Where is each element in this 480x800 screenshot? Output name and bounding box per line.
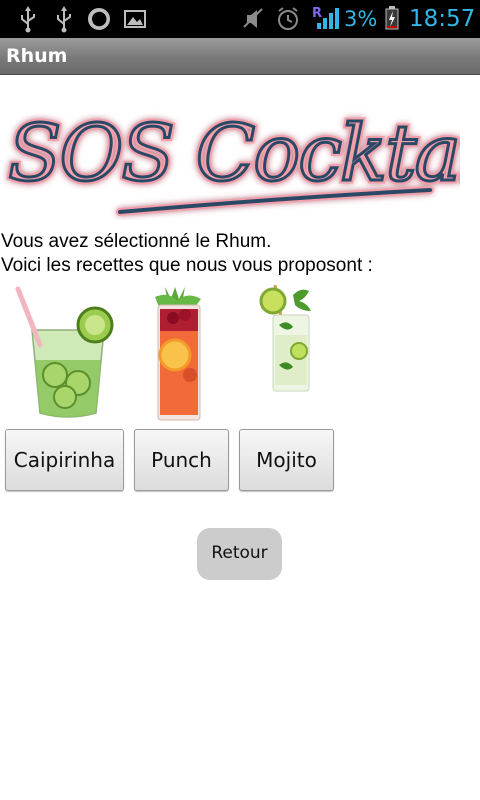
usb-icon xyxy=(57,6,71,33)
usb-icon xyxy=(21,6,35,33)
signal-roaming-icon: R xyxy=(312,6,339,29)
page-title: Rhum xyxy=(6,45,68,67)
punch-image xyxy=(155,287,201,421)
gallery-icon xyxy=(124,10,146,28)
logo-text: SOS Cocktail xyxy=(8,109,460,199)
caipirinha-image xyxy=(15,286,114,418)
caipirinha-button[interactable]: Caipirinha xyxy=(5,429,124,491)
punch-button[interactable]: Punch xyxy=(134,429,229,491)
battery-percent: 3% xyxy=(344,7,378,31)
title-bar: Rhum xyxy=(0,38,480,75)
mute-icon xyxy=(243,8,263,28)
recipes-message: Voici les recettes que nous vous proposo… xyxy=(1,255,373,276)
mojito-button[interactable]: Mojito xyxy=(239,429,334,491)
status-bar: R 3% 18:57 xyxy=(0,0,480,38)
selected-message: Vous avez sélectionné le Rhum. xyxy=(1,231,272,252)
back-button[interactable]: Retour xyxy=(197,528,282,580)
sos-cocktail-logo: SOS Cocktail SOS Cocktail xyxy=(5,106,460,216)
battery-charging-icon xyxy=(385,6,399,30)
alarm-icon xyxy=(278,7,298,30)
mojito-image xyxy=(259,285,311,392)
clock: 18:57 xyxy=(409,6,476,32)
sync-icon xyxy=(88,8,110,30)
roaming-indicator: R xyxy=(312,6,322,21)
